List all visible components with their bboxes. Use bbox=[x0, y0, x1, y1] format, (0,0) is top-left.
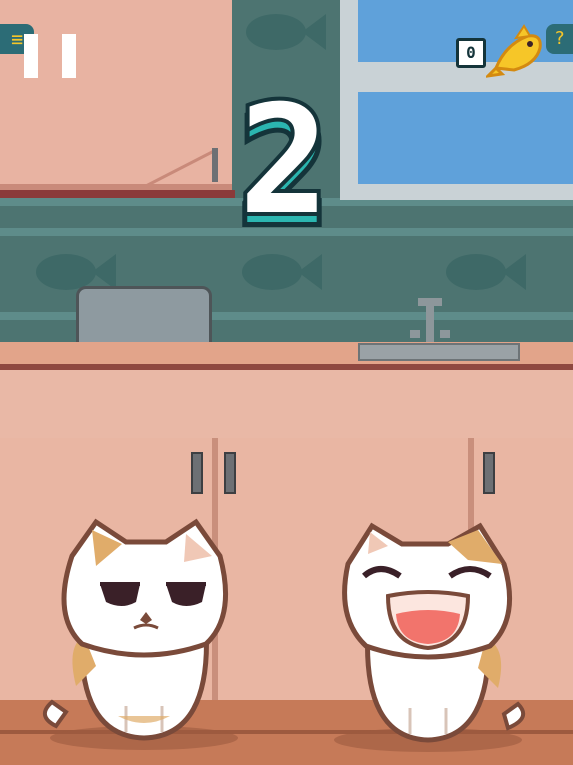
fish-count-badge: 0 bbox=[456, 38, 486, 68]
happy-cat bbox=[334, 522, 526, 752]
score-display: 2 2 bbox=[234, 96, 334, 236]
grumpy-cat bbox=[43, 518, 238, 750]
wall-fish-pattern-icon bbox=[446, 254, 526, 290]
cabinet-handle bbox=[191, 452, 203, 494]
pause-button[interactable] bbox=[24, 34, 78, 78]
cabinet-handle bbox=[483, 452, 495, 494]
help-button[interactable]: ? bbox=[546, 24, 573, 54]
upper-cabinet-shelf bbox=[0, 190, 235, 198]
hamburger-icon: ≡ bbox=[10, 27, 24, 51]
wall-fish-pattern-icon bbox=[246, 14, 326, 50]
wall-fish-pattern-icon bbox=[242, 254, 322, 290]
counter-backsplash bbox=[0, 370, 573, 438]
golden-fish-icon bbox=[486, 24, 542, 78]
question-mark-icon: ? bbox=[554, 28, 565, 49]
window-pane bbox=[358, 92, 573, 184]
cabinet-handle bbox=[224, 452, 236, 494]
pause-icon bbox=[62, 34, 76, 78]
faucet-icon bbox=[410, 298, 450, 342]
cabinet-handle-icon bbox=[141, 148, 218, 190]
pause-icon bbox=[24, 34, 38, 78]
score-digit: 2 bbox=[239, 96, 329, 236]
